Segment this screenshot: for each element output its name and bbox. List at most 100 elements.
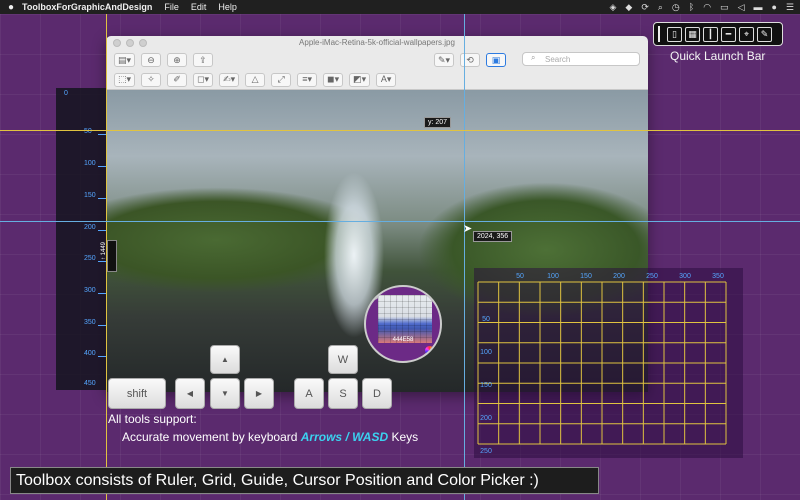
ruler-tick: 250: [84, 255, 96, 262]
support-suffix: Keys: [388, 430, 419, 444]
horizontal-guide-gold[interactable]: [0, 130, 800, 131]
airplay-icon[interactable]: ▭: [720, 2, 729, 13]
ruler-tick: 0: [64, 90, 68, 97]
zoom-out-icon[interactable]: ⊖: [141, 53, 162, 67]
line-style-icon[interactable]: ≡▾: [297, 72, 318, 87]
grid-y-tick: 200: [480, 415, 492, 422]
text-style-icon[interactable]: A▾: [376, 72, 397, 87]
bluetooth-icon[interactable]: ᛒ: [689, 2, 694, 12]
search-field-icon: ⌕: [531, 53, 536, 62]
search-placeholder: Search: [545, 54, 571, 64]
user-icon[interactable]: ●: [771, 2, 776, 12]
grid-x-tick: 250: [646, 273, 658, 280]
rotate-icon[interactable]: ⟲: [460, 53, 480, 67]
ruler-mark: [98, 325, 106, 326]
ruler-mark: [98, 198, 106, 199]
shapes-icon[interactable]: ◻▾: [193, 72, 214, 87]
toolbox-status-icon[interactable]: ◈: [609, 2, 616, 13]
color-wheel-icon[interactable]: [425, 346, 434, 355]
grid-x-tick: 150: [580, 273, 592, 280]
quick-launch-bar: ▯ ▦ ┃ ━ ⌖ ✎: [653, 22, 783, 46]
markup-pen-icon[interactable]: ✎▾: [433, 53, 454, 67]
apple-menu-icon[interactable]: ●: [0, 2, 22, 13]
cursor-position-tool-icon[interactable]: ⌖: [739, 26, 754, 42]
border-color-icon[interactable]: ◼▾: [323, 72, 344, 87]
picked-color-hex: 444E58: [392, 337, 414, 343]
mouse-cursor-icon: ➤: [463, 223, 473, 235]
a-key: A: [294, 378, 324, 409]
left-arrow-key: ◀: [175, 378, 205, 409]
grid-tool-icon[interactable]: ▦: [685, 26, 700, 42]
horizontal-guide-tool-icon[interactable]: ━: [721, 26, 736, 42]
menubar: ● ToolboxForGraphicAndDesign File Edit H…: [0, 0, 800, 14]
status-icons: ◈ ◆ ⟳ ⌕ ◷ ᛒ ◠ ▭ ◁ ▬ ● ☰: [609, 0, 794, 14]
vertical-guide-tool-icon[interactable]: ┃: [703, 26, 718, 42]
vertical-guide-left[interactable]: [106, 14, 107, 500]
magnified-pixels: [378, 295, 432, 343]
search-icon[interactable]: ⌕: [658, 2, 663, 13]
list-icon[interactable]: ☰: [786, 2, 794, 13]
support-description: Accurate movement by keyboard Arrows / W…: [122, 430, 418, 444]
quick-launch-label: Quick Launch Bar: [670, 49, 766, 63]
fill-color-icon[interactable]: ◩▾: [349, 72, 371, 87]
grid-y-tick: 50: [482, 316, 490, 323]
color-picker-tool-icon[interactable]: ✎: [757, 26, 772, 42]
d-key: D: [362, 378, 392, 409]
search-input[interactable]: ⌕ Search: [522, 52, 640, 66]
grid-x-tick: 50: [516, 273, 524, 280]
selection-tool-icon[interactable]: ⬚▾: [114, 72, 136, 87]
volume-icon[interactable]: ◁: [738, 2, 745, 13]
share-icon[interactable]: ⇪: [193, 53, 214, 67]
sketch-icon[interactable]: ✐: [167, 72, 188, 87]
grid-y-tick: 100: [480, 349, 492, 356]
support-accent: Arrows / WASD: [300, 430, 389, 444]
grid-x-tick: 200: [613, 273, 625, 280]
menu-edit[interactable]: Edit: [191, 2, 207, 12]
support-title: All tools support:: [108, 412, 197, 426]
grid-x-tick: 100: [547, 273, 559, 280]
toolbar-markup: ⬚▾ ✧ ✐ ◻▾ ✍▾ △ ⤢ ≡▾ ◼▾ ◩▾ A▾: [106, 70, 648, 90]
wifi-icon[interactable]: ◠: [703, 2, 711, 13]
ruler-mark: [98, 166, 106, 167]
ruler-mark: [98, 356, 106, 357]
adjust-size-icon[interactable]: ⤢: [271, 72, 292, 87]
ruler-mark: [98, 293, 106, 294]
grid-y-tick: 250: [480, 448, 492, 455]
drag-handle[interactable]: [658, 26, 660, 42]
grid-x-tick: 300: [679, 273, 691, 280]
s-key: S: [328, 378, 358, 409]
grid-y-tick: 150: [480, 382, 492, 389]
vertical-ruler[interactable]: 0 50 100 150 200 250 300 350 400 450: [56, 88, 106, 390]
time-machine-icon[interactable]: ◷: [672, 2, 680, 13]
support-prefix: Accurate movement by keyboard: [122, 430, 301, 444]
menu-help[interactable]: Help: [218, 2, 237, 12]
vertical-guide-cursor[interactable]: [464, 14, 465, 500]
ruler-tool-icon[interactable]: ▯: [667, 26, 682, 42]
window-titlebar[interactable]: Apple-iMac-Retina-5k-official-wallpapers…: [106, 36, 648, 50]
zoom-in-icon[interactable]: ⊕: [167, 53, 188, 67]
instant-alpha-icon[interactable]: ✧: [141, 72, 162, 87]
horizontal-guide-blue[interactable]: [0, 221, 800, 222]
shift-key: shift: [108, 378, 166, 409]
sync-icon[interactable]: ⟳: [641, 2, 649, 13]
sidebar-toggle-icon[interactable]: ▤▾: [114, 53, 136, 67]
flag-icon[interactable]: ▬: [753, 2, 762, 12]
ruler-mark: [98, 230, 106, 231]
down-arrow-key: ▼: [210, 378, 240, 409]
up-arrow-key: ▲: [210, 345, 240, 374]
color-picker-loupe[interactable]: ⊙ 444E58: [364, 285, 442, 363]
ruler-tick: 150: [84, 192, 96, 199]
window-title: Apple-iMac-Retina-5k-official-wallpapers…: [299, 38, 455, 47]
ruler-size-tag: ↑ 1449: [101, 240, 117, 272]
ruler-mark: [98, 261, 106, 262]
app-name-menu[interactable]: ToolboxForGraphicAndDesign: [22, 2, 152, 12]
toolbox-icon[interactable]: ▣: [486, 53, 506, 67]
sign-icon[interactable]: ✍▾: [219, 72, 240, 87]
guide-position-label: y: 207: [424, 117, 452, 128]
dropbox-icon[interactable]: ◆: [625, 2, 632, 13]
ruler-tick: 400: [84, 350, 96, 357]
grid-overlay[interactable]: 50 100 150 200 250 300 350 50 100 150 200 250: [474, 268, 743, 458]
menu-file[interactable]: File: [164, 2, 179, 12]
adjust-color-icon[interactable]: △: [245, 72, 266, 87]
ruler-tick: 200: [84, 224, 96, 231]
